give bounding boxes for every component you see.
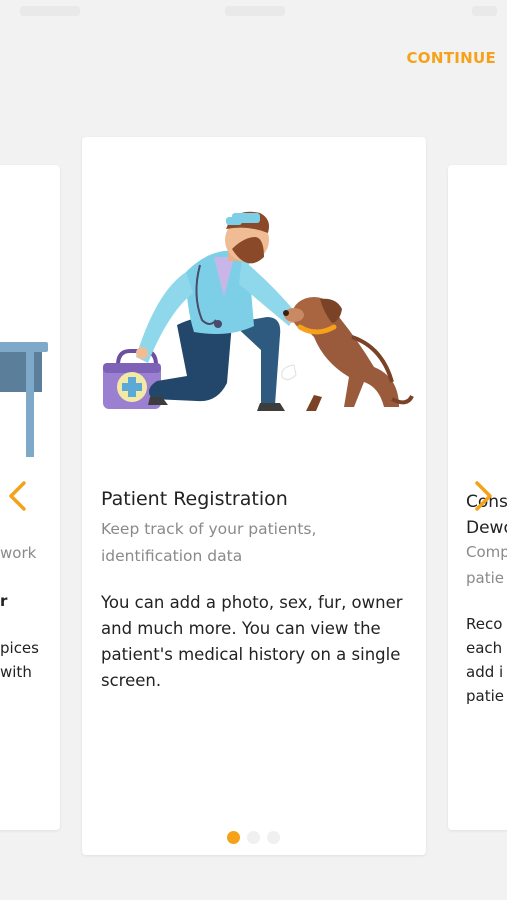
card-subtitle: Keep track of your patients, identificat… bbox=[101, 520, 317, 565]
card-description: You can add a photo, sex, fur, owner and… bbox=[101, 593, 403, 690]
next-card-text-3: add i bbox=[466, 663, 504, 681]
status-bar bbox=[0, 0, 507, 24]
page-dot-1[interactable] bbox=[227, 831, 240, 844]
next-button[interactable] bbox=[469, 478, 497, 514]
page-dot-2[interactable] bbox=[247, 831, 260, 844]
next-card-text-2: each bbox=[466, 639, 503, 657]
card-title: Patient Registration bbox=[101, 488, 288, 510]
next-card-text-1: Reco bbox=[466, 615, 503, 633]
veterinarian-figure bbox=[136, 211, 298, 411]
prev-card-text-4: with bbox=[0, 663, 32, 681]
status-bar-center bbox=[225, 6, 285, 16]
dog-figure bbox=[281, 297, 414, 411]
table-illustration bbox=[0, 342, 48, 457]
next-card-title-2: Dewo bbox=[466, 518, 507, 538]
battery-icon bbox=[472, 6, 497, 16]
continue-button[interactable]: CONTINUE bbox=[406, 49, 496, 67]
page-dot-3[interactable] bbox=[267, 831, 280, 844]
chevron-right-icon bbox=[475, 481, 492, 511]
status-bar-left bbox=[20, 6, 80, 16]
prev-card-text-3: pices bbox=[0, 639, 39, 657]
next-card-subtitle-2: patie bbox=[466, 569, 504, 587]
next-card-text-4: patie bbox=[466, 687, 504, 705]
vet-with-dog-illustration bbox=[103, 211, 414, 411]
next-card-subtitle-1: Comp bbox=[466, 543, 507, 561]
previous-button[interactable] bbox=[4, 478, 32, 514]
prev-card-text-1: work bbox=[0, 544, 37, 562]
chevron-left-icon bbox=[9, 481, 26, 511]
prev-card-text-2: r bbox=[0, 592, 8, 610]
onboarding-card: Patient Registration Keep track of your … bbox=[82, 137, 426, 855]
